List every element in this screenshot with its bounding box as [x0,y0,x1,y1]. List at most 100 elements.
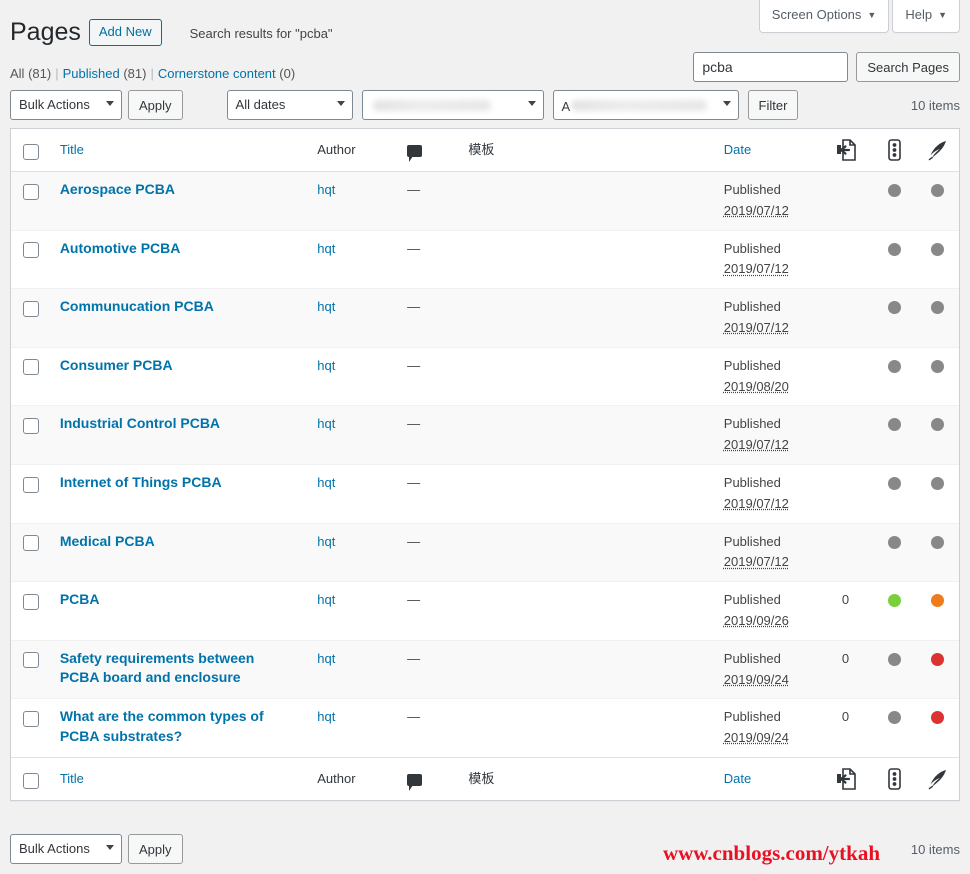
comment-bubble-icon[interactable] [407,144,423,162]
status-link-published[interactable]: Published [63,66,120,81]
bulk-actions-select-bottom[interactable]: Bulk Actions [10,834,122,864]
status-separator-2: | [150,66,154,81]
readability-score-dot[interactable] [931,535,944,549]
row-checkbox[interactable] [23,183,39,200]
page-title-link[interactable]: PCBA [60,590,100,610]
readability-score-dot[interactable] [931,184,944,198]
row-checkbox[interactable] [23,652,39,669]
author-link[interactable]: hqt [317,475,335,490]
seo-score-dot[interactable] [888,184,902,198]
filter-select-b[interactable]: A [552,90,739,120]
row-comments-cell: — [397,698,459,757]
column-header-incoming-links [817,129,874,172]
author-link[interactable]: hqt [317,358,335,373]
filter-button[interactable]: Filter [747,90,799,120]
seo-score-dot[interactable] [888,242,902,256]
row-checkbox[interactable] [23,710,39,727]
row-checkbox[interactable] [23,359,39,376]
displaying-num-top: 10 items [910,97,960,113]
table-foot: Title Author 模板 Date [11,756,959,800]
page-title-link[interactable]: Internet of Things PCBA [60,473,222,493]
page-title-link[interactable]: Industrial Control PCBA [60,414,220,434]
page-title-link[interactable]: Automotive PCBA [60,239,181,259]
filter-select-a[interactable] [361,90,544,120]
readability-feather-icon[interactable] [927,139,949,161]
column-header-title-link[interactable]: Title [60,142,84,157]
date-filter-label: All dates [235,97,286,112]
author-link[interactable]: hqt [317,709,335,724]
column-footer-date-link[interactable]: Date [724,771,751,786]
status-link-all[interactable]: All [10,66,24,81]
readability-score-dot[interactable] [931,418,944,432]
chevron-down-icon [336,101,345,106]
row-incoming-links-cell [817,463,874,523]
page-title-link[interactable]: Medical PCBA [60,532,155,552]
page-title-link[interactable]: Aerospace PCBA [60,180,175,200]
readability-score-dot[interactable] [931,711,944,725]
incoming-links-icon[interactable] [836,768,856,790]
seo-score-dot[interactable] [888,594,902,608]
readability-score-dot[interactable] [931,359,944,373]
table-row: What are the common types of PCBA substr… [11,698,959,757]
readability-score-dot[interactable] [931,594,944,608]
incoming-links-icon[interactable] [836,139,856,161]
table-row: PCBA hqt — Published 2019/09/26 0 [11,581,959,640]
row-incoming-links-cell [817,229,874,289]
seo-score-dot[interactable] [888,711,902,725]
row-checkbox[interactable] [23,535,39,552]
author-link[interactable]: hqt [317,416,335,431]
status-link-cornerstone[interactable]: Cornerstone content [158,66,276,81]
seo-score-dot[interactable] [888,477,902,491]
seo-score-dot[interactable] [888,652,902,666]
apply-button-top[interactable]: Apply [128,90,183,120]
bulk-actions-select-top[interactable]: Bulk Actions [10,90,122,120]
search-results-note: Search results for "pcba" [189,26,333,41]
column-header-template-label: 模板 [468,142,495,158]
row-author-cell: hqt [307,698,398,757]
incoming-links-count: 0 [841,592,850,608]
page-title-link[interactable]: Communucation PCBA [60,297,214,317]
seo-score-icon[interactable] [888,768,901,790]
author-link[interactable]: hqt [317,241,335,256]
post-date: 2019/07/12 [723,495,789,511]
column-header-date-link[interactable]: Date [724,142,751,157]
readability-score-dot[interactable] [931,477,944,491]
apply-button-bottom[interactable]: Apply [128,834,183,864]
seo-score-dot[interactable] [888,359,902,373]
page-title-link[interactable]: What are the common types of PCBA substr… [60,707,297,746]
author-link[interactable]: hqt [317,299,335,314]
row-author-cell: hqt [307,229,398,289]
row-checkbox[interactable] [23,417,39,434]
author-link[interactable]: hqt [317,182,335,197]
readability-feather-icon[interactable] [927,768,949,790]
post-date: 2019/09/24 [723,730,789,746]
seo-score-dot[interactable] [888,301,902,315]
page-title-link[interactable]: Consumer PCBA [60,356,173,376]
search-pages-button[interactable]: Search Pages [856,52,960,82]
select-all-checkbox-bottom[interactable] [23,772,39,789]
author-link[interactable]: hqt [317,592,335,607]
row-checkbox[interactable] [23,242,39,259]
column-footer-title-link[interactable]: Title [60,771,84,786]
author-link[interactable]: hqt [317,651,335,666]
comment-bubble-icon[interactable] [407,773,423,791]
row-checkbox[interactable] [23,593,39,610]
chevron-down-icon [106,101,114,106]
readability-score-dot[interactable] [931,242,944,256]
readability-score-dot[interactable] [931,301,944,315]
row-readability-cell [916,639,959,699]
seo-score-dot[interactable] [888,535,902,549]
select-all-checkbox-top[interactable] [23,143,39,160]
readability-score-dot[interactable] [931,652,944,666]
seo-score-dot[interactable] [888,418,902,432]
search-input[interactable] [693,52,849,82]
column-header-comments [397,129,459,172]
add-new-button[interactable]: Add New [88,19,162,46]
row-seo-score-cell [873,698,917,757]
seo-score-icon[interactable] [888,139,901,161]
row-checkbox[interactable] [23,300,39,317]
date-filter-select[interactable]: All dates [226,90,353,120]
row-checkbox[interactable] [23,476,39,493]
author-link[interactable]: hqt [317,534,335,549]
page-title-link[interactable]: Safety requirements between PCBA board a… [60,649,297,688]
